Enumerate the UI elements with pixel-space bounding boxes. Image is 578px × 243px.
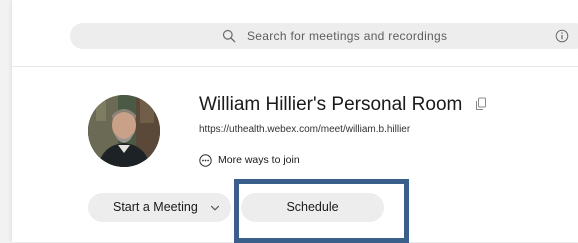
avatar [88,95,160,167]
schedule-label: Schedule [286,200,339,214]
personal-room-window: Search for meetings and recordings Willi… [12,0,578,243]
search-placeholder[interactable]: Search for meetings and recordings [247,29,447,43]
start-meeting-label: Start a Meeting [113,200,198,214]
search-icon [222,29,236,43]
start-meeting-button[interactable]: Start a Meeting [88,193,231,222]
avatar-photo [88,95,160,167]
chevron-down-icon[interactable] [210,203,220,213]
room-link[interactable]: https://uthealth.webex.com/meet/william.… [199,124,410,135]
more-ways-to-join[interactable]: More ways to join [199,152,300,168]
info-icon[interactable] [555,29,569,43]
room-title: William Hillier's Personal Room [199,94,463,115]
top-bar: Search for meetings and recordings [12,0,578,67]
copy-icon[interactable] [475,97,487,111]
more-options-icon [199,153,212,167]
more-ways-label: More ways to join [218,154,300,166]
search-bar[interactable]: Search for meetings and recordings [70,23,578,49]
schedule-button[interactable]: Schedule [241,193,384,222]
